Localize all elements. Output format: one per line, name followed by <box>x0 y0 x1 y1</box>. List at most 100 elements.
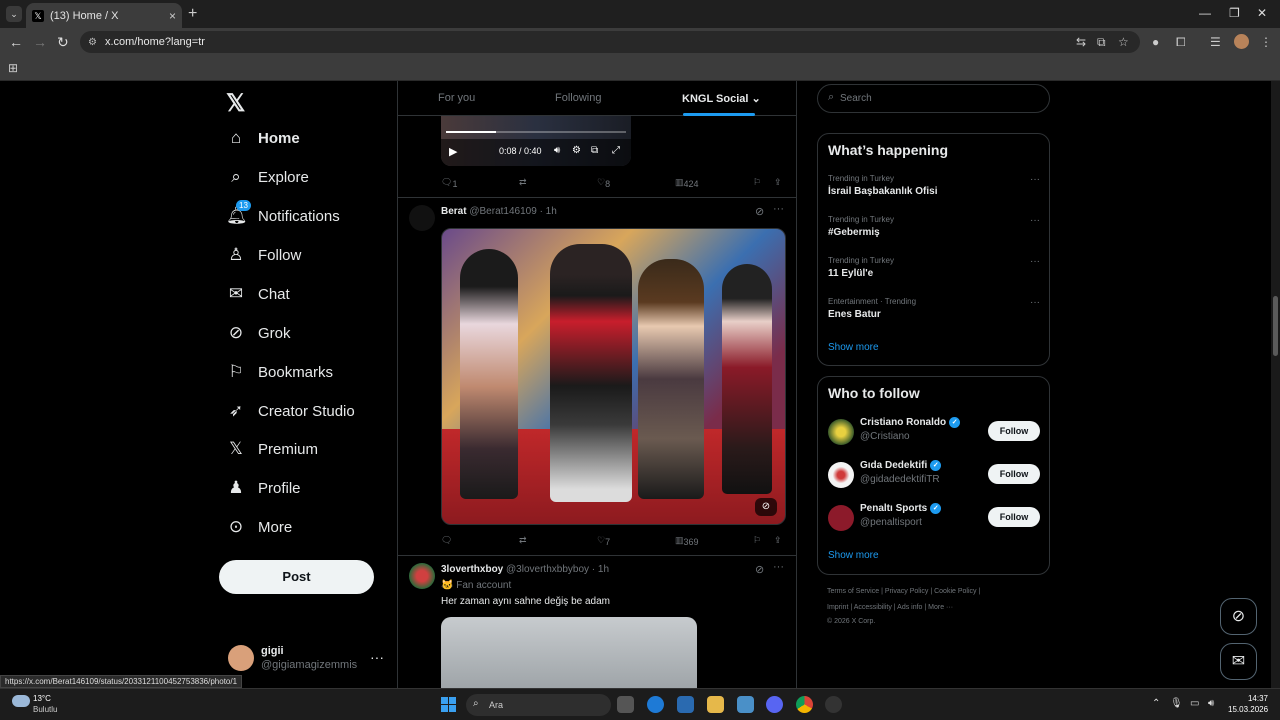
tweet-time[interactable]: · 1h <box>540 206 557 217</box>
more-dots-icon[interactable]: ··· <box>1030 256 1040 267</box>
extension-cookie-icon[interactable]: ● <box>1152 35 1159 49</box>
pip-icon[interactable]: ⧉ <box>591 145 598 156</box>
follow-suggestion[interactable]: Penaltı Sports ✓ @penaltisport Follow <box>828 503 1040 533</box>
follow-suggestion[interactable]: Gıda Dedektifi ✓ @gidadedektifiTR Follow <box>828 460 1040 490</box>
video-progress[interactable] <box>446 131 626 133</box>
cloud-icon[interactable] <box>12 695 30 707</box>
grok-icon[interactable]: ⊘ <box>755 563 764 576</box>
tray-chevron-icon[interactable]: ⌃ <box>1152 698 1160 709</box>
store-icon[interactable] <box>677 696 694 713</box>
footer-links[interactable]: Terms of Service | Privacy Policy | Cook… <box>827 588 980 595</box>
nav-bookmarks[interactable]: ⚐ Bookmarks <box>226 357 333 387</box>
grok-image-icon[interactable]: ⊘ <box>755 498 777 516</box>
tweet-author-handle[interactable]: @3loverthxbbyboy <box>506 564 589 575</box>
page-scrollbar[interactable] <box>1271 81 1280 688</box>
app-icon[interactable] <box>825 696 842 713</box>
extensions-icon[interactable]: ⧠ <box>1176 35 1186 50</box>
tweet-author-handle[interactable]: @Berat146109 <box>469 206 536 217</box>
tweet-photo[interactable]: ⊘ <box>441 228 786 525</box>
close-window-icon[interactable]: ✕ <box>1257 6 1267 20</box>
retweet-button[interactable]: ⇄ <box>519 535 527 546</box>
views-button[interactable]: ▥ 424 <box>675 177 699 189</box>
grok-icon[interactable]: ⊘ <box>755 205 764 218</box>
microphone-icon[interactable]: 🎙︎ <box>1170 698 1183 709</box>
more-dots-icon[interactable]: ··· <box>370 649 384 665</box>
timeline[interactable]: For you Following KNGL Social ⌄ ▶ 0:08 /… <box>397 81 797 688</box>
reload-icon[interactable]: ↻ <box>57 34 69 51</box>
fullscreen-icon[interactable]: ⤢ <box>612 145 620 156</box>
tweet-photo[interactable] <box>441 617 697 688</box>
search-input[interactable]: ⌕ Search <box>817 84 1050 113</box>
footer-links[interactable]: Imprint | Accessibility | Ads info | Mor… <box>827 604 953 611</box>
nav-creator-studio[interactable]: ➶ Creator Studio <box>226 396 355 426</box>
scrollbar-thumb[interactable] <box>1273 296 1278 356</box>
translate-icon[interactable]: ⇆ <box>1076 35 1086 49</box>
nav-notifications[interactable]: 🔔︎ 13 Notifications <box>226 200 340 231</box>
follow-button[interactable]: Follow <box>988 464 1040 484</box>
show-more-link[interactable]: Show more <box>828 342 879 353</box>
discord-icon[interactable] <box>766 696 783 713</box>
install-app-icon[interactable]: ⧉ <box>1097 35 1106 50</box>
bookmark-button[interactable]: ⚐ <box>753 535 761 546</box>
trend-item[interactable]: Trending in Turkey 11 Eylül'e ··· <box>828 256 1040 286</box>
follow-button[interactable]: Follow <box>988 507 1040 527</box>
more-dots-icon[interactable]: ··· <box>773 203 784 215</box>
new-tab-button[interactable]: + <box>188 5 197 23</box>
reply-button[interactable]: 🗨︎ <box>441 535 452 546</box>
tab-for-you[interactable]: For you <box>438 92 475 104</box>
share-button[interactable]: ⇪ <box>774 535 782 546</box>
show-more-link[interactable]: Show more <box>828 550 879 561</box>
nav-chat[interactable]: ✉ Chat <box>226 279 290 309</box>
more-dots-icon[interactable]: ··· <box>1030 297 1040 308</box>
trend-item[interactable]: Trending in Turkey İsrail Başbakanlık Of… <box>828 174 1040 204</box>
maximize-icon[interactable]: ❐ <box>1229 6 1240 20</box>
avatar[interactable] <box>409 205 435 231</box>
settings-icon[interactable]: ⚙ <box>572 145 581 156</box>
account-switcher[interactable]: gigii @gigiamagizemmis ··· <box>226 643 386 673</box>
taskbar-search[interactable]: ⌕ Ara <box>466 694 611 716</box>
browser-tab[interactable]: 𝕏 (13) Home / X × <box>26 3 182 28</box>
views-button[interactable]: ▥ 369 <box>675 535 699 547</box>
app-icon[interactable] <box>737 696 754 713</box>
address-bar[interactable]: ⚙ x.com/home?lang=tr <box>80 31 1140 53</box>
retweet-button[interactable]: ⇄ <box>519 177 527 188</box>
close-tab-icon[interactable]: × <box>169 9 176 23</box>
network-icon[interactable]: ▭ <box>1190 698 1199 709</box>
messages-fab-icon[interactable]: ✉ <box>1220 643 1257 680</box>
tweet-author-name[interactable]: Berat <box>441 206 467 217</box>
like-button[interactable]: ♡ 8 <box>597 177 610 189</box>
tab-kngl-social[interactable]: KNGL Social ⌄ <box>682 92 761 105</box>
back-icon[interactable]: ← <box>9 34 23 50</box>
grok-fab-icon[interactable]: ⊘ <box>1220 598 1257 635</box>
nav-grok[interactable]: ⊘ Grok <box>226 318 291 348</box>
browser-menu-icon[interactable]: ⋮ <box>1260 35 1272 49</box>
follow-suggestion[interactable]: Cristiano Ronaldo ✓ @Cristiano Follow <box>828 417 1040 447</box>
tweet-author-name[interactable]: 3loverthxboy <box>441 564 503 575</box>
trend-item[interactable]: Trending in Turkey #Gebermiş ··· <box>828 215 1040 245</box>
more-dots-icon[interactable]: ··· <box>1030 174 1040 185</box>
more-dots-icon[interactable]: ··· <box>773 561 784 573</box>
post-button[interactable]: Post <box>219 560 374 594</box>
like-button[interactable]: ♡ 7 <box>597 535 610 547</box>
task-view-icon[interactable] <box>617 696 634 713</box>
nav-premium[interactable]: 𝕏 Premium <box>226 434 318 464</box>
tab-following[interactable]: Following <box>555 92 601 104</box>
nav-home[interactable]: ⌂ Home <box>226 123 300 153</box>
avatar[interactable] <box>409 563 435 589</box>
trend-item[interactable]: Entertainment · Trending Enes Batur ··· <box>828 297 1040 327</box>
reading-list-icon[interactable]: ☰ <box>1210 35 1221 49</box>
nav-explore[interactable]: ⌕ Explore <box>226 162 309 192</box>
volume-icon[interactable]: 🔊︎ <box>1208 698 1214 709</box>
video-player[interactable]: ▶ 0:08 / 0:40 🔊︎ ⚙ ⧉ ⤢ <box>441 116 631 166</box>
browser-profile-avatar[interactable] <box>1234 34 1249 49</box>
tweet-time[interactable]: · 1h <box>592 564 609 575</box>
site-info-icon[interactable]: ⚙ <box>88 37 97 48</box>
windows-start-icon[interactable] <box>441 697 456 712</box>
play-icon[interactable]: ▶ <box>449 145 457 158</box>
nav-follow[interactable]: ♙ Follow <box>226 240 301 270</box>
reply-button[interactable]: 🗨︎ 1 <box>441 177 457 189</box>
share-button[interactable]: ⇪ <box>774 177 782 188</box>
tab-search-button[interactable]: ⌄ <box>6 6 22 22</box>
more-dots-icon[interactable]: ··· <box>1030 215 1040 226</box>
bookmark-button[interactable]: ⚐ <box>753 177 761 188</box>
